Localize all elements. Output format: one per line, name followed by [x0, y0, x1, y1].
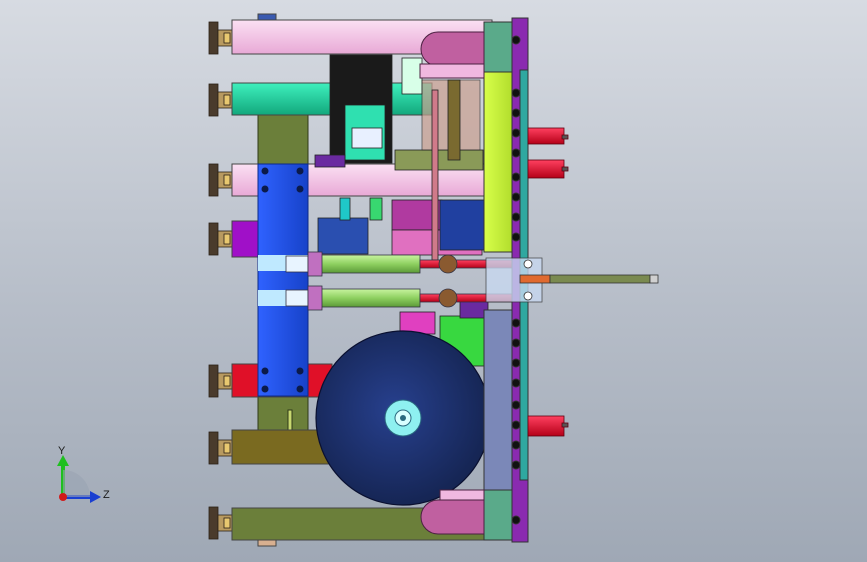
large-disk [315, 330, 491, 506]
beam-olive-low [231, 429, 333, 465]
block-magenta [231, 220, 259, 258]
leveling-foot [208, 21, 233, 55]
triad-y-label: Y [58, 445, 66, 457]
leveling-foot [208, 83, 233, 117]
cad-viewport[interactable]: Y Z [0, 0, 867, 562]
leveling-foot [208, 163, 233, 197]
extension-arm [485, 257, 659, 303]
leveling-foot [208, 222, 233, 256]
leveling-foot [208, 431, 233, 465]
blue-column [257, 163, 309, 397]
triad-z-label: Z [103, 489, 110, 501]
pneumatic-cylinders [285, 251, 521, 311]
leveling-foot [208, 506, 233, 540]
leveling-foot [208, 364, 233, 398]
leveling-feet [208, 21, 233, 540]
machine-assembly-drawing: Y Z [57, 13, 659, 547]
coordinate-triad: Y Z [57, 445, 110, 503]
